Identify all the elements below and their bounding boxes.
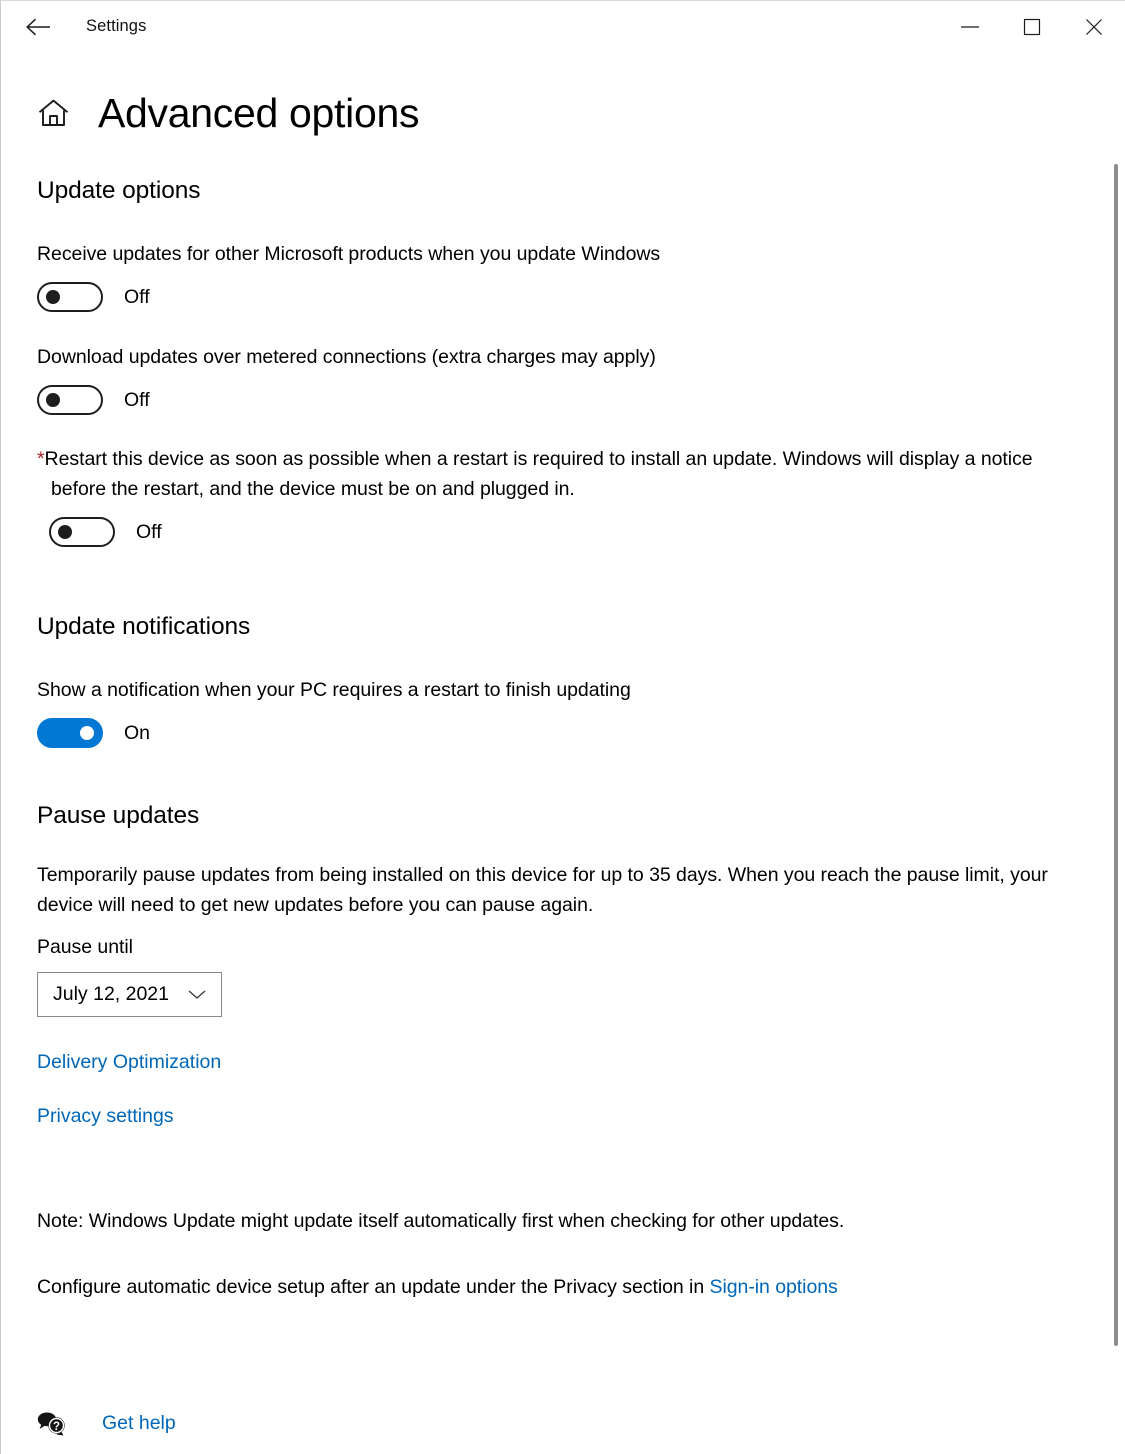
toggle-knob xyxy=(46,393,60,407)
toggle-state-label: On xyxy=(124,721,151,744)
close-icon xyxy=(1083,16,1105,38)
link-privacy-settings-wrap: Privacy settings xyxy=(37,1105,1065,1128)
link-delivery-optimization-wrap: Delivery Optimization xyxy=(37,1051,1065,1074)
toggle-state-label: Off xyxy=(124,388,150,411)
toggle-knob xyxy=(58,525,72,539)
setting-receive-updates: Receive updates for other Microsoft prod… xyxy=(37,239,1065,312)
home-icon[interactable] xyxy=(35,95,71,131)
toggle-row-metered-connections: Off xyxy=(37,385,1065,415)
toggle-restart-notification[interactable] xyxy=(37,718,103,748)
toggle-row-restart-asap: Off xyxy=(49,517,1065,547)
configure-text-prefix: Configure automatic device setup after a… xyxy=(37,1276,710,1298)
toggle-row-restart-notification: On xyxy=(37,718,1065,748)
toggle-knob xyxy=(46,290,60,304)
back-arrow-icon xyxy=(25,17,51,37)
configure-text: Configure automatic device setup after a… xyxy=(37,1272,1065,1302)
vertical-scrollbar[interactable] xyxy=(1111,141,1121,1358)
back-button[interactable] xyxy=(16,7,60,47)
section-heading-update-notifications: Update notifications xyxy=(37,613,251,640)
get-help-link[interactable]: ? Get help xyxy=(35,1408,176,1438)
setting-metered-connections: Download updates over metered connection… xyxy=(37,342,1065,415)
window-controls xyxy=(939,1,1125,52)
pause-updates-description: Temporarily pause updates from being ins… xyxy=(37,864,1048,916)
settings-window: Settings Advanced options Update options… xyxy=(0,0,1125,1454)
minimize-button[interactable] xyxy=(939,1,1001,52)
page-header: Advanced options xyxy=(1,85,1125,141)
setting-description: Show a notification when your PC require… xyxy=(37,679,631,701)
svg-text:?: ? xyxy=(53,1421,60,1433)
setting-description: *Restart this device as soon as possible… xyxy=(37,444,1065,504)
setting-restart-notification: Show a notification when your PC require… xyxy=(37,675,1065,748)
pause-until-label: Pause until xyxy=(37,936,133,958)
toggle-row-receive-updates: Off xyxy=(37,282,1065,312)
toggle-restart-asap[interactable] xyxy=(49,517,115,547)
toggle-state-label: Off xyxy=(124,285,150,308)
toggle-knob xyxy=(80,726,94,740)
settings-content: Update options Receive updates for other… xyxy=(1,177,1125,1302)
toggle-metered-connections[interactable] xyxy=(37,385,103,415)
maximize-icon xyxy=(1021,16,1043,38)
link-privacy-settings[interactable]: Privacy settings xyxy=(37,1105,174,1127)
toggle-receive-updates[interactable] xyxy=(37,282,103,312)
page-title: Advanced options xyxy=(98,89,420,136)
pause-until-value: July 12, 2021 xyxy=(53,983,170,1005)
question-bubble-icon: ? xyxy=(35,1408,69,1438)
maximize-button[interactable] xyxy=(1001,1,1063,52)
section-heading-pause-updates: Pause updates xyxy=(37,802,200,829)
link-delivery-optimization[interactable]: Delivery Optimization xyxy=(37,1051,221,1073)
setting-description: Download updates over metered connection… xyxy=(37,346,656,368)
minimize-icon xyxy=(959,21,981,33)
close-button[interactable] xyxy=(1063,1,1125,52)
note-text: Note: Windows Update might update itself… xyxy=(37,1210,845,1232)
link-sign-in-options[interactable]: Sign-in options xyxy=(710,1276,838,1298)
pause-until-dropdown[interactable]: July 12, 2021 xyxy=(37,972,222,1017)
chevron-down-icon xyxy=(187,988,207,1001)
scrollbar-thumb[interactable] xyxy=(1114,164,1118,1346)
required-asterisk: * xyxy=(37,448,45,470)
setting-description-text: Restart this device as soon as possible … xyxy=(44,448,1033,500)
toggle-state-label: Off xyxy=(136,520,162,543)
setting-description: Receive updates for other Microsoft prod… xyxy=(37,243,661,265)
get-help-label: Get help xyxy=(102,1411,176,1434)
section-heading-update-options: Update options xyxy=(37,177,201,204)
title-bar: Settings xyxy=(1,1,1125,52)
window-title: Settings xyxy=(86,17,147,36)
setting-restart-asap: *Restart this device as soon as possible… xyxy=(37,444,1065,547)
